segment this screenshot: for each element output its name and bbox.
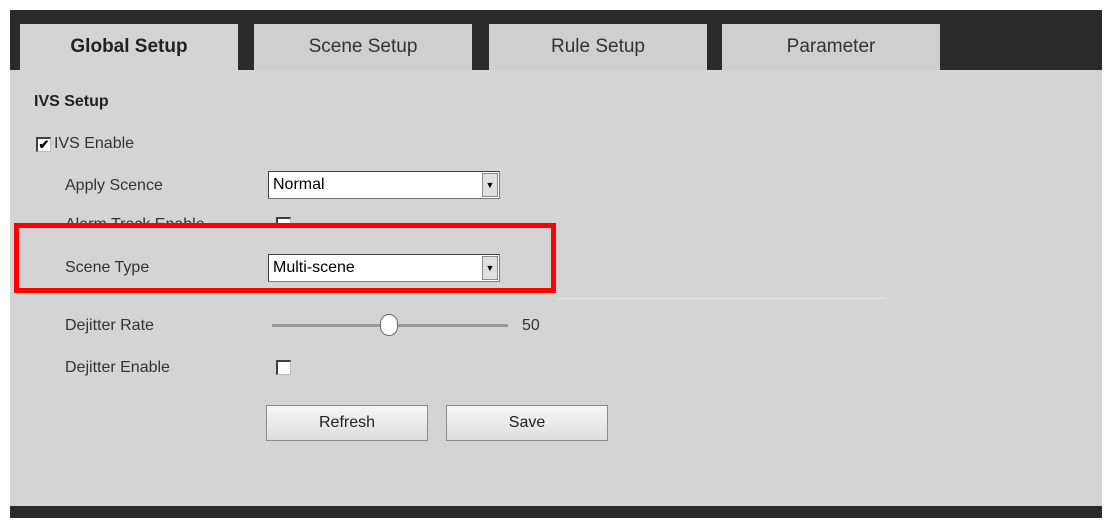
- dejitter-enable-checkbox[interactable]: [276, 360, 291, 375]
- tab-scene-setup[interactable]: Scene Setup: [254, 24, 472, 70]
- apply-scene-select[interactable]: Normal ▼: [268, 171, 500, 199]
- checkmark-icon: ✔: [38, 137, 50, 152]
- ivs-enable-checkbox[interactable]: ✔: [36, 137, 51, 152]
- apply-scene-value: Normal: [273, 176, 325, 193]
- chevron-down-icon[interactable]: ▼: [482, 173, 498, 197]
- refresh-button[interactable]: Refresh: [266, 405, 428, 441]
- section-title: IVS Setup: [34, 93, 109, 110]
- highlight-box: [14, 223, 556, 293]
- ivs-enable-label: IVS Enable: [54, 135, 135, 152]
- divider: [556, 298, 886, 299]
- tab-global-setup[interactable]: Global Setup: [20, 24, 238, 70]
- ivs-setup-panel: Global Setup Scene Setup Rule Setup Para…: [10, 10, 1102, 518]
- dejitter-enable-label: Dejitter Enable: [65, 359, 170, 376]
- apply-scene-label: Apply Scence: [65, 177, 163, 194]
- save-button[interactable]: Save: [446, 405, 608, 441]
- bottom-bar: [10, 506, 1102, 518]
- tab-rule-setup[interactable]: Rule Setup: [489, 24, 707, 70]
- dejitter-rate-slider-thumb[interactable]: [380, 314, 398, 336]
- tab-bar: Global Setup Scene Setup Rule Setup Para…: [10, 10, 1102, 70]
- dejitter-rate-value: 50: [522, 317, 540, 334]
- dejitter-rate-label: Dejitter Rate: [65, 317, 154, 334]
- tab-parameter[interactable]: Parameter: [722, 24, 940, 70]
